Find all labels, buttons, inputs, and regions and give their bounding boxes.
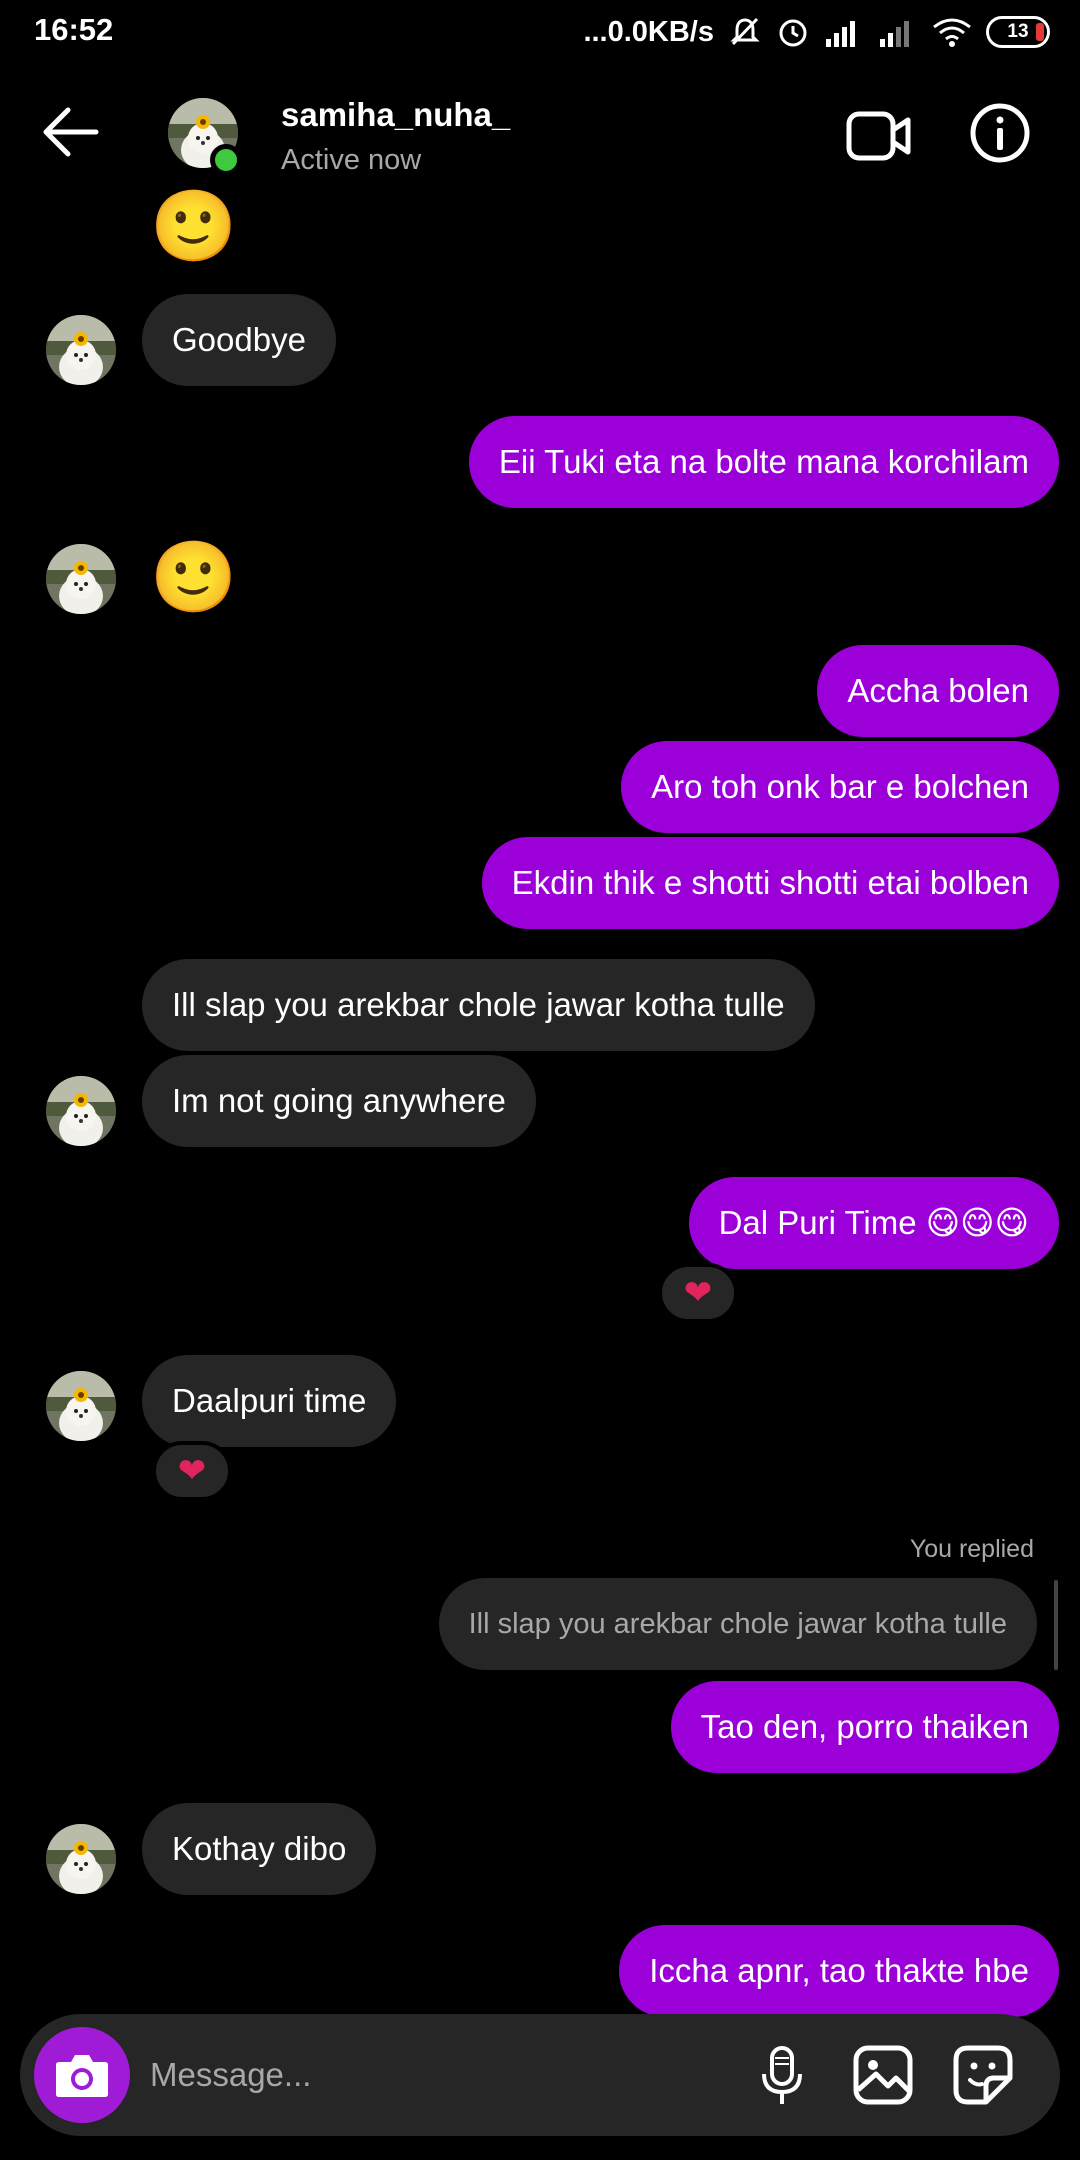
microphone-icon[interactable]: [752, 2044, 812, 2108]
gallery-icon[interactable]: [852, 2044, 914, 2106]
message-bubble-outgoing[interactable]: Eii Tuki eta na bolte mana korchilam: [468, 416, 1059, 508]
message-composer: [20, 2014, 1060, 2136]
message-bubble-incoming[interactable]: Kothay dibo: [142, 1803, 377, 1895]
message-bubble-incoming[interactable]: Goodbye: [142, 294, 336, 386]
quoted-message[interactable]: Ill slap you arekbar chole jawar kotha t…: [438, 1578, 1037, 1670]
contact-avatar-small[interactable]: [46, 1824, 116, 1894]
message-bubble-outgoing[interactable]: Dal Puri Time 😋😋😋: [688, 1177, 1059, 1269]
message-bubble-incoming[interactable]: Ill slap you arekbar chole jawar kotha t…: [142, 959, 815, 1051]
camera-button[interactable]: [34, 2027, 130, 2123]
message-bubble-incoming[interactable]: Im not going anywhere: [142, 1055, 536, 1147]
contact-avatar-small[interactable]: [46, 1371, 116, 1441]
message-emoji[interactable]: 🙂: [150, 186, 237, 266]
contact-avatar-small[interactable]: [46, 544, 116, 614]
contact-avatar-small[interactable]: [46, 1076, 116, 1146]
contact-avatar-small[interactable]: [46, 315, 116, 385]
heart-reaction[interactable]: ❤: [658, 1263, 738, 1323]
message-bubble-outgoing[interactable]: Iccha apnr, tao thakte hbe: [619, 1925, 1059, 2017]
message-thread: 🙂 Goodbye Eii Tuki eta na bolte mana kor…: [0, 0, 1080, 2160]
camera-icon: [56, 2055, 108, 2097]
message-bubble-outgoing[interactable]: Ekdin thik e shotti shotti etai bolben: [481, 837, 1059, 929]
quote-bar: [1054, 1580, 1058, 1670]
message-bubble-outgoing[interactable]: Accha bolen: [817, 645, 1059, 737]
sticker-icon[interactable]: [952, 2044, 1014, 2106]
message-emoji[interactable]: 🙂: [150, 537, 237, 617]
replied-label: You replied: [909, 1535, 1034, 1563]
message-input[interactable]: [150, 2044, 730, 2106]
message-bubble-incoming[interactable]: Daalpuri time: [142, 1355, 397, 1447]
heart-reaction[interactable]: ❤: [152, 1441, 232, 1501]
message-bubble-outgoing[interactable]: Tao den, porro thaiken: [670, 1681, 1059, 1773]
message-bubble-outgoing[interactable]: Aro toh onk bar e bolchen: [621, 741, 1059, 833]
